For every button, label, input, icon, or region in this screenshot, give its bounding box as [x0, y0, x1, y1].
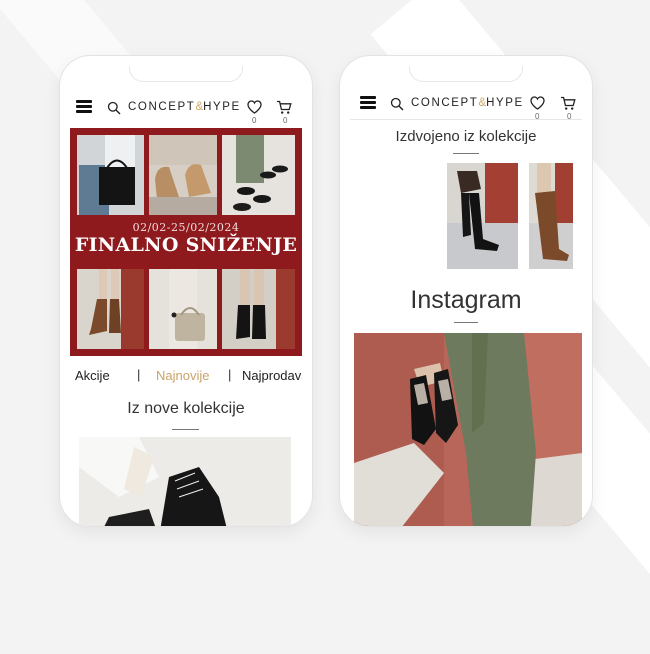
section-title-featured: Izdvojeno iz kolekcije [395, 128, 537, 145]
heart-icon[interactable] [247, 100, 262, 114]
tab-najprodavanije[interactable]: Najprodavanije [242, 368, 302, 383]
product-tabs: Akcije | Najnovije | Najprodavanije [70, 368, 302, 388]
banner-photo-black-boots [222, 269, 295, 349]
banner-photo-handbag [77, 135, 144, 215]
logo-text: HYPE [486, 97, 524, 109]
menu-icon[interactable] [360, 96, 376, 109]
instagram-image[interactable] [354, 333, 582, 526]
banner-photo-brown-boots [77, 269, 144, 349]
phone-notch [129, 66, 243, 82]
site-header: CONCEPT&HYPE 0 0 [350, 88, 582, 122]
logo-text: HYPE [203, 101, 241, 113]
phone-mockup-right: CONCEPT&HYPE 0 0 Izdvojeno iz kolekcije [340, 56, 592, 526]
header-divider [350, 119, 582, 120]
phone-notch [409, 66, 523, 82]
featured-product-image[interactable] [529, 163, 573, 269]
promo-banner[interactable]: 02/02-25/02/2024 FINALNO SNIŽENJE [70, 128, 302, 356]
section-underline [454, 322, 478, 323]
wishlist-count: 0 [252, 116, 257, 125]
phone-mockup-left: CONCEPT&HYPE 0 0 02/02-25/02/2024 FINALN… [60, 56, 312, 526]
phone-screen: CONCEPT&HYPE 0 0 02/02-25/02/2024 FINALN… [70, 66, 302, 526]
cart-icon[interactable] [560, 96, 576, 111]
product-image[interactable] [79, 437, 291, 526]
sale-dates: 02/02-25/02/2024 [132, 221, 240, 234]
logo-ampersand: & [478, 97, 487, 109]
tab-separator: | [228, 368, 232, 382]
tab-akcije[interactable]: Akcije [75, 368, 110, 383]
section-title-new-collection: Iz nove kolekcije [127, 400, 245, 417]
logo-text: CONCEPT [128, 101, 196, 113]
logo-ampersand: & [195, 101, 204, 113]
banner-photo-boots [149, 135, 217, 215]
sale-title: FINALNO SNIŽENJE [74, 234, 298, 256]
logo-text: CONCEPT [411, 97, 479, 109]
featured-product-image[interactable] [447, 163, 518, 269]
search-icon[interactable] [390, 97, 404, 111]
tab-najnovije[interactable]: Najnovije [156, 368, 209, 383]
brand-logo[interactable]: CONCEPT&HYPE [411, 97, 524, 109]
section-underline [453, 153, 479, 154]
brand-logo[interactable]: CONCEPT&HYPE [128, 101, 241, 113]
site-header: CONCEPT&HYPE 0 0 [70, 92, 302, 126]
cart-count: 0 [283, 116, 288, 125]
menu-icon[interactable] [76, 100, 92, 113]
banner-photo-shoes [222, 135, 295, 215]
cart-icon[interactable] [276, 100, 292, 115]
section-title-instagram: Instagram [410, 286, 522, 314]
search-icon[interactable] [107, 101, 121, 115]
heart-icon[interactable] [530, 96, 545, 110]
phone-screen: CONCEPT&HYPE 0 0 Izdvojeno iz kolekcije [350, 66, 582, 526]
banner-photo-beige-bag [149, 269, 217, 349]
section-underline [172, 429, 199, 430]
tab-separator: | [137, 368, 141, 382]
